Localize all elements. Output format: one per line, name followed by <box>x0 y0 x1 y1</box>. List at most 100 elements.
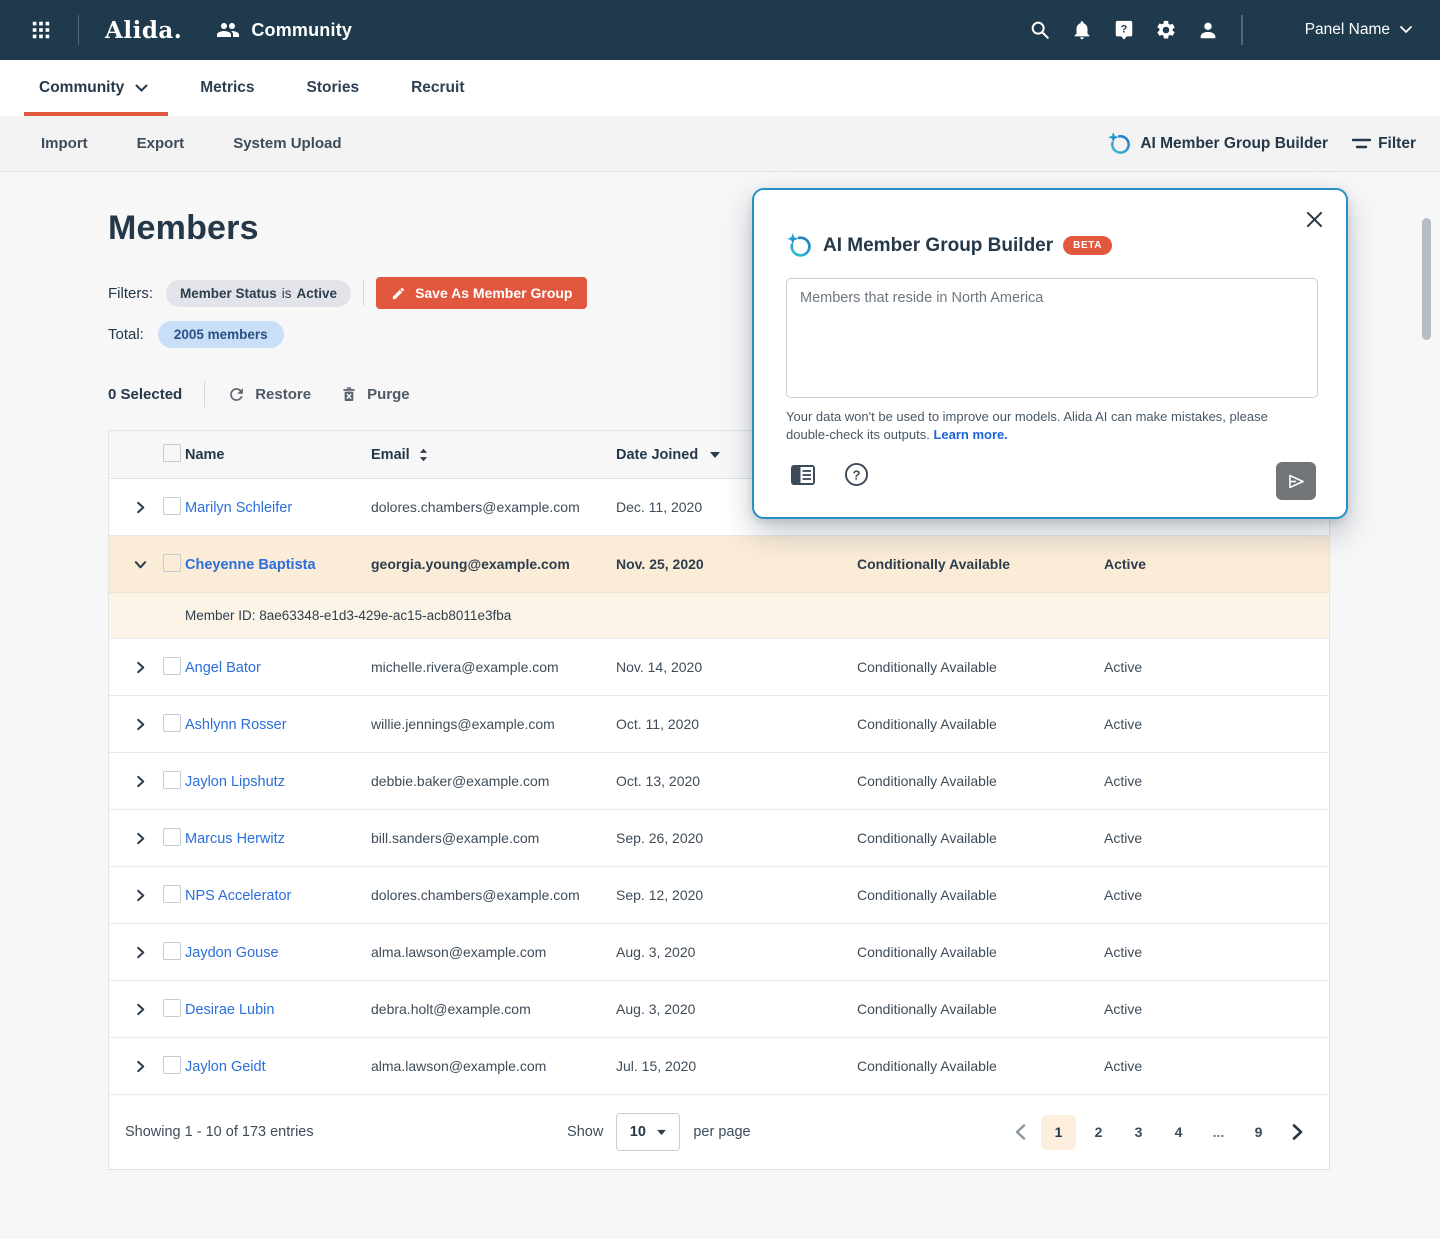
row-checkbox[interactable] <box>163 1056 181 1074</box>
table-row: Ashlynn Rosser willie.jennings@example.c… <box>109 696 1329 753</box>
member-anonymity: Conditionally Available <box>857 887 1104 903</box>
selected-count: 0 Selected <box>108 386 182 403</box>
member-name-link[interactable]: Ashlynn Rosser <box>185 717 287 733</box>
member-name-link[interactable]: Jaylon Geidt <box>185 1059 266 1075</box>
column-header-name[interactable]: Name <box>185 447 371 463</box>
row-checkbox[interactable] <box>163 554 181 572</box>
member-name-link[interactable]: Marilyn Schleifer <box>185 500 292 516</box>
pagination-page-3[interactable]: 3 <box>1121 1115 1156 1150</box>
pagination-next-icon[interactable] <box>1281 1116 1313 1148</box>
member-name-link[interactable]: NPS Accelerator <box>185 888 291 904</box>
row-checkbox[interactable] <box>163 714 181 732</box>
row-expand-chevron-icon[interactable] <box>128 826 152 850</box>
help-icon[interactable]: ? <box>1111 17 1137 43</box>
row-checkbox[interactable] <box>163 497 181 515</box>
modal-title: AI Member Group Builder <box>823 235 1053 257</box>
prompt-templates-icon[interactable] <box>790 464 816 486</box>
member-name-link[interactable]: Jaydon Gouse <box>185 945 279 961</box>
row-expand-chevron-icon[interactable] <box>128 655 152 679</box>
member-status: Active <box>1104 556 1329 572</box>
filter-field: Member Status <box>180 286 277 301</box>
chevron-down-icon <box>1400 26 1412 34</box>
show-label: Show <box>567 1124 603 1140</box>
account-person-icon[interactable] <box>1195 17 1221 43</box>
export-button[interactable]: Export <box>137 135 185 152</box>
tab-community[interactable]: Community <box>39 60 148 116</box>
page-scrollbar[interactable] <box>1422 218 1431 340</box>
member-status: Active <box>1104 716 1329 732</box>
member-date-joined: Oct. 13, 2020 <box>616 773 857 789</box>
pagination-page-1[interactable]: 1 <box>1041 1115 1076 1150</box>
expanded-member-detail: Member ID: 8ae63348-e1d3-429e-ac15-acb80… <box>109 593 1329 639</box>
row-expand-chevron-icon[interactable] <box>128 495 152 519</box>
row-checkbox[interactable] <box>163 771 181 789</box>
purge-button[interactable]: Purge <box>340 385 410 404</box>
restore-label: Restore <box>255 386 311 403</box>
member-anonymity: Conditionally Available <box>857 1058 1104 1074</box>
row-checkbox[interactable] <box>163 885 181 903</box>
notifications-bell-icon[interactable] <box>1069 17 1095 43</box>
help-circle-icon[interactable]: ? <box>844 462 869 487</box>
member-name-link[interactable]: Jaylon Lipshutz <box>185 774 285 790</box>
row-expand-chevron-icon[interactable] <box>128 940 152 964</box>
learn-more-link[interactable]: Learn more. <box>933 427 1007 442</box>
page-size-dropdown[interactable]: 10 <box>616 1113 680 1151</box>
restore-button[interactable]: Restore <box>227 385 311 404</box>
table-footer: Showing 1 - 10 of 173 entries Show 10 pe… <box>109 1095 1329 1169</box>
row-checkbox[interactable] <box>163 942 181 960</box>
table-row: Jaylon Lipshutz debbie.baker@example.com… <box>109 753 1329 810</box>
row-expand-chevron-icon[interactable] <box>128 997 152 1021</box>
table-row: Marcus Herwitz bill.sanders@example.com … <box>109 810 1329 867</box>
app-launcher-grid-icon[interactable] <box>28 17 54 43</box>
search-icon[interactable] <box>1027 17 1053 43</box>
row-expand-chevron-icon[interactable] <box>128 712 152 736</box>
members-table: Name Email Date Joined Marilyn Schleifer… <box>108 430 1330 1170</box>
restore-refresh-icon <box>227 385 246 404</box>
member-anonymity: Conditionally Available <box>857 716 1104 732</box>
save-as-member-group-button[interactable]: Save As Member Group <box>376 277 587 309</box>
filter-label: Filter <box>1378 135 1416 153</box>
pagination-page-2[interactable]: 2 <box>1081 1115 1116 1150</box>
close-icon[interactable] <box>1302 207 1326 231</box>
filter-button[interactable]: Filter <box>1352 135 1416 153</box>
sort-desc-caret-icon <box>709 451 721 459</box>
header-divider <box>1241 15 1243 45</box>
filter-chip-member-status[interactable]: Member Status is Active <box>166 280 351 307</box>
send-prompt-button[interactable] <box>1276 462 1316 500</box>
pagination-page-9[interactable]: 9 <box>1241 1115 1276 1150</box>
member-name-link[interactable]: Marcus Herwitz <box>185 831 285 847</box>
member-status: Active <box>1104 887 1329 903</box>
import-button[interactable]: Import <box>41 135 88 152</box>
member-date-joined: Nov. 14, 2020 <box>616 659 857 675</box>
row-expand-chevron-icon[interactable] <box>128 883 152 907</box>
member-anonymity: Conditionally Available <box>857 556 1104 572</box>
column-header-email[interactable]: Email <box>371 447 616 463</box>
member-name-link[interactable]: Angel Bator <box>185 660 261 676</box>
member-name-link[interactable]: Desirae Lubin <box>185 1002 274 1018</box>
pagination-ellipsis: ... <box>1201 1115 1236 1150</box>
member-name-link[interactable]: Cheyenne Baptista <box>185 557 316 573</box>
pagination-page-4[interactable]: 4 <box>1161 1115 1196 1150</box>
tab-stories[interactable]: Stories <box>307 60 360 116</box>
ai-prompt-input[interactable] <box>786 278 1318 398</box>
pagination-prev-icon[interactable] <box>1004 1116 1036 1148</box>
select-all-checkbox[interactable] <box>163 444 181 462</box>
row-checkbox[interactable] <box>163 828 181 846</box>
tab-metrics[interactable]: Metrics <box>200 60 254 116</box>
row-expand-chevron-icon[interactable] <box>128 552 152 576</box>
member-email: alma.lawson@example.com <box>371 1058 616 1074</box>
system-upload-button[interactable]: System Upload <box>233 135 341 152</box>
alida-logo[interactable]: Alida. <box>105 17 182 44</box>
ai-member-group-builder-button[interactable]: AI Member Group Builder <box>1107 131 1328 156</box>
modal-title-row: AI Member Group Builder BETA <box>786 232 1112 259</box>
row-checkbox[interactable] <box>163 999 181 1017</box>
panel-selector[interactable]: Panel Name <box>1305 21 1412 39</box>
settings-gear-icon[interactable] <box>1153 17 1179 43</box>
per-page-label: per page <box>693 1124 750 1140</box>
row-expand-chevron-icon[interactable] <box>128 769 152 793</box>
row-checkbox[interactable] <box>163 657 181 675</box>
row-expand-chevron-icon[interactable] <box>128 1054 152 1078</box>
member-date-joined: Oct. 11, 2020 <box>616 716 857 732</box>
tab-recruit[interactable]: Recruit <box>411 60 464 116</box>
ai-sparkle-icon <box>1107 131 1132 156</box>
